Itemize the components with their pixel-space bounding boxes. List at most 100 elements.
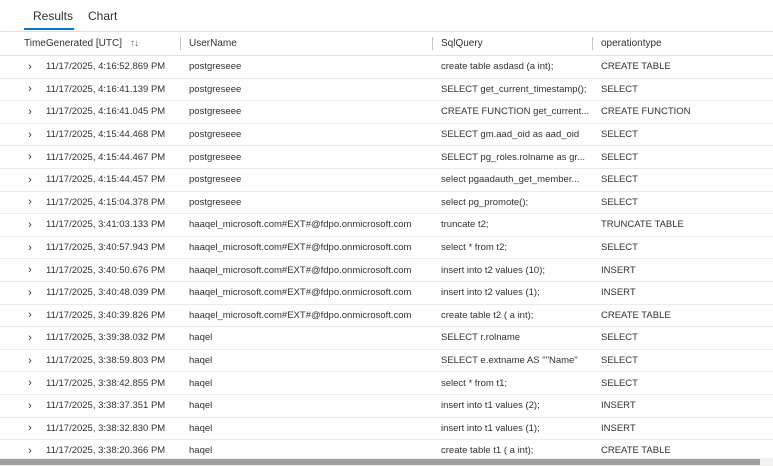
cell-sqlquery: SELECT get_current_timestamp(); [441,83,587,95]
results-grid: TimeGenerated [UTC] ↑↓ UserName SqlQuery… [0,31,773,466]
active-tab-indicator [24,28,74,30]
cell-operationtype: INSERT [601,287,636,299]
cell-timegenerated: 11/17/2025, 3:41:03.133 PM [46,219,166,231]
expand-row-icon[interactable]: › [25,146,35,168]
cell-sqlquery: CREATE FUNCTION get_current... [441,106,590,118]
cell-username: haaqel_microsoft.com#EXT#@fdpo.onmicroso… [189,287,412,299]
cell-timegenerated: 11/17/2025, 4:15:44.467 PM [46,151,166,163]
cell-username: postgreseee [189,151,242,163]
column-resize-handle[interactable] [432,37,433,50]
cell-username: haaqel_microsoft.com#EXT#@fdpo.onmicroso… [189,242,412,254]
column-header-username[interactable]: UserName [189,32,429,55]
expand-row-icon[interactable]: › [25,350,35,372]
expand-row-icon[interactable]: › [25,124,35,146]
cell-username: haqel [189,332,213,344]
grid-header: TimeGenerated [UTC] ↑↓ UserName SqlQuery… [0,32,773,56]
table-row[interactable]: › 11/17/2025, 3:38:59.803 PM haqel SELECT e… [0,349,773,373]
table-row[interactable]: › 11/17/2025, 3:41:03.133 PM haaqel_micros… [0,214,773,237]
cell-sqlquery: insert into t1 values (2); [441,400,540,412]
expand-row-icon[interactable]: › [25,101,35,123]
cell-operationtype: CREATE TABLE [601,61,671,73]
expand-row-icon[interactable]: › [25,372,35,394]
cell-operationtype: INSERT [601,422,636,434]
horizontal-scroll-thumb[interactable] [0,459,760,465]
expand-row-icon[interactable]: › [25,169,35,191]
column-header-label: SqlQuery [441,38,483,49]
cell-sqlquery: SELECT pg_roles.rolname as gr... [441,151,585,163]
table-row[interactable]: › 11/17/2025, 3:38:32.830 PM haqel insert i… [0,417,773,441]
sort-arrows-icon[interactable]: ↑↓ [130,38,139,49]
expand-row-icon[interactable]: › [25,214,35,236]
cell-username: haaqel_microsoft.com#EXT#@fdpo.onmicroso… [189,264,412,276]
cell-operationtype: INSERT [601,264,636,276]
cell-timegenerated: 11/17/2025, 3:40:50.676 PM [46,264,166,276]
cell-timegenerated: 11/17/2025, 3:40:39.826 PM [46,309,166,321]
cell-operationtype: SELECT [601,83,638,95]
cell-sqlquery: SELECT e.extname AS ""Name" [441,355,578,367]
expand-row-icon[interactable]: › [25,395,35,417]
column-header-label: TimeGenerated [UTC] [24,38,122,49]
cell-sqlquery: create table asdasd (a int); [441,61,554,73]
cell-username: haqel [189,400,213,412]
column-header-operationtype[interactable]: operationtype [601,32,771,55]
cell-operationtype: SELECT [601,377,638,389]
cell-timegenerated: 11/17/2025, 4:16:52.869 PM [46,61,166,73]
expand-row-icon[interactable]: › [25,305,35,327]
table-row[interactable]: › 11/17/2025, 4:16:52.869 PM postgreseee cr… [0,56,773,79]
cell-timegenerated: 11/17/2025, 3:38:32.830 PM [46,422,166,434]
expand-row-icon[interactable]: › [25,79,35,101]
cell-sqlquery: insert into t2 values (1); [441,287,540,299]
cell-timegenerated: 11/17/2025, 4:15:44.468 PM [46,129,166,141]
table-row[interactable]: › 11/17/2025, 4:15:04.378 PM postgreseee se… [0,191,773,215]
expand-row-icon[interactable]: › [25,282,35,304]
table-row[interactable]: › 11/17/2025, 3:39:38.032 PM haqel SELECT r… [0,327,773,350]
table-row[interactable]: › 11/17/2025, 4:15:44.457 PM postgreseee se… [0,168,773,192]
expand-row-icon[interactable]: › [25,418,35,440]
tab-results[interactable]: Results [33,8,73,24]
table-row[interactable]: › 11/17/2025, 3:38:37.351 PM haqel insert i… [0,394,773,418]
cell-operationtype: CREATE FUNCTION [601,106,691,118]
table-row[interactable]: › 11/17/2025, 4:16:41.139 PM postgreseee SE… [0,78,773,102]
cell-username: haqel [189,355,213,367]
column-header-label: operationtype [601,38,662,49]
cell-sqlquery: create table t2 ( a int); [441,309,534,321]
tab-chart[interactable]: Chart [88,8,117,24]
column-resize-handle[interactable] [180,37,181,50]
result-tabs: Results Chart [0,0,773,31]
table-row[interactable]: › 11/17/2025, 3:40:48.039 PM haaqel_micros… [0,281,773,305]
results-pane: Results Chart TimeGenerated [UTC] ↑↓ Use… [0,0,773,466]
cell-timegenerated: 11/17/2025, 3:38:42.855 PM [46,377,166,389]
expand-row-icon[interactable]: › [25,237,35,259]
expand-row-icon[interactable]: › [25,259,35,281]
column-header-sqlquery[interactable]: SqlQuery [441,32,591,55]
table-row[interactable]: › 11/17/2025, 3:40:39.826 PM haaqel_micros… [0,304,773,328]
expand-row-icon[interactable]: › [25,327,35,349]
cell-sqlquery: SELECT gm.aad_oid as aad_oid [441,129,580,141]
grid-body: › 11/17/2025, 4:16:52.869 PM postgreseee cr… [0,56,773,466]
cell-operationtype: SELECT [601,242,638,254]
cell-operationtype: CREATE TABLE [601,309,671,321]
column-header-label: UserName [189,38,237,49]
cell-operationtype: SELECT [601,174,638,186]
cell-timegenerated: 11/17/2025, 3:38:37.351 PM [46,400,166,412]
column-header-timegenerated[interactable]: TimeGenerated [UTC] ↑↓ [24,32,174,55]
cell-username: postgreseee [189,196,242,208]
table-row[interactable]: › 11/17/2025, 4:16:41.045 PM postgreseee CR… [0,101,773,124]
table-row[interactable]: › 11/17/2025, 4:15:44.467 PM postgreseee SE… [0,146,773,169]
cell-operationtype: SELECT [601,129,638,141]
expand-row-icon[interactable]: › [25,192,35,214]
cell-username: haqel [189,422,213,434]
cell-timegenerated: 11/17/2025, 4:15:04.378 PM [46,196,166,208]
cell-username: haqel [189,377,213,389]
table-row[interactable]: › 11/17/2025, 3:40:57.943 PM haaqel_micros… [0,236,773,260]
table-row[interactable]: › 11/17/2025, 3:40:50.676 PM haaqel_micros… [0,259,773,282]
table-row[interactable]: › 11/17/2025, 4:15:44.468 PM postgreseee SE… [0,123,773,147]
cell-sqlquery: select pgaadauth_get_member... [441,174,580,186]
expand-row-icon[interactable]: › [25,56,35,78]
column-resize-handle[interactable] [592,37,593,50]
cell-username: haaqel_microsoft.com#EXT#@fdpo.onmicroso… [189,309,412,321]
table-row[interactable]: › 11/17/2025, 3:38:42.855 PM haqel select *… [0,372,773,395]
cell-operationtype: SELECT [601,151,638,163]
cell-timegenerated: 11/17/2025, 4:16:41.045 PM [46,106,166,118]
cell-operationtype: INSERT [601,400,636,412]
